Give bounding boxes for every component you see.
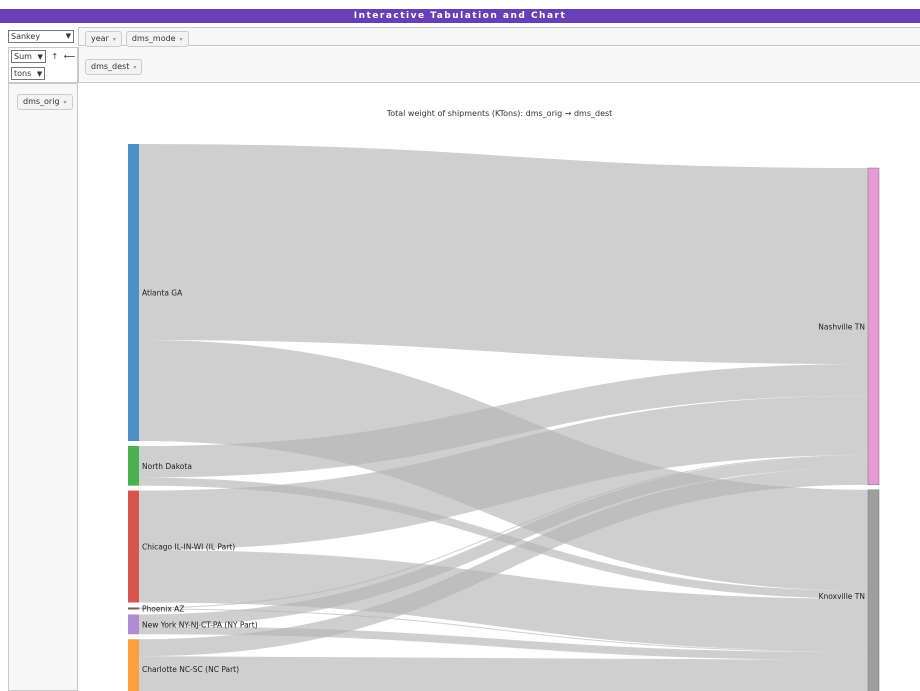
chevron-down-icon: ▼ (37, 53, 43, 61)
field-pill-dms-mode[interactable]: dms_mode ▾ (125, 31, 189, 47)
sankey-target-label: Knoxville TN (819, 592, 865, 601)
renderer-value: Sankey (11, 32, 41, 41)
dropdown-arrow-icon[interactable]: ▾ (180, 36, 183, 43)
sankey-chart: Atlanta GA North Dakota Chicago IL-IN-WI (… (128, 144, 880, 691)
sankey-source-label: New York NY-NJ-CT-PA (NY Part) (142, 620, 258, 629)
row-sort-toggle[interactable]: ↑ (51, 52, 58, 61)
sankey-source-label: Phoenix AZ (142, 604, 184, 613)
sankey-source-label: Charlotte NC-SC (NC Part) (142, 665, 239, 674)
sankey-source-node[interactable] (128, 639, 139, 691)
field-pill-year[interactable]: year ▾ (85, 31, 122, 47)
field-pill-dms-dest[interactable]: dms_dest ▾ (85, 59, 143, 75)
sankey-source-node[interactable] (128, 607, 139, 610)
row-fields-bar[interactable]: dms_dest ▾ (78, 47, 920, 83)
field-pill-label: dms_dest (91, 62, 130, 71)
left-row-fields-panel[interactable]: dms_orig ▾ (8, 83, 78, 691)
app-title: Interactive Tabulation and Chart (353, 11, 567, 21)
sankey-source-node[interactable] (128, 144, 139, 441)
sankey-source-node[interactable] (128, 490, 139, 603)
sankey-source-label: North Dakota (142, 462, 192, 471)
renderer-select[interactable]: Sankey ▼ (8, 30, 74, 43)
field-pill-dms-orig[interactable]: dms_orig ▾ (17, 94, 73, 110)
value-field-select[interactable]: tons ▼ (11, 67, 46, 80)
aggregator-select[interactable]: Sum ▼ (11, 50, 46, 63)
sankey-target-node[interactable] (867, 167, 880, 486)
value-field-value: tons (14, 69, 32, 78)
sankey-target-label: Nashville TN (818, 322, 865, 331)
chart-area: Total weight of shipments (KTons): dms_o… (79, 84, 920, 691)
field-pill-label: dms_mode (131, 34, 176, 43)
sankey-source-label: Chicago IL-IN-WI (IL Part) (142, 543, 235, 552)
field-pill-label: year (91, 34, 109, 43)
dropdown-arrow-icon[interactable]: ▾ (64, 99, 67, 106)
sankey-source-node[interactable] (128, 614, 139, 635)
sankey-link[interactable] (138, 144, 869, 365)
sankey-source-node[interactable] (128, 446, 139, 486)
dropdown-arrow-icon[interactable]: ▾ (133, 64, 136, 71)
aggregator-value: Sum (14, 52, 32, 61)
col-sort-toggle[interactable]: ⟵ (64, 52, 75, 61)
chevron-down-icon: ▼ (65, 32, 71, 40)
sankey-link[interactable] (138, 656, 869, 691)
field-pill-label: dms_orig (23, 97, 60, 106)
sankey-target-node[interactable] (867, 489, 880, 691)
dropdown-arrow-icon[interactable]: ▾ (113, 36, 116, 43)
chevron-down-icon: ▼ (36, 70, 43, 78)
column-fields-bar[interactable]: year ▾ dms_mode ▾ (78, 27, 920, 47)
app-title-bar: Interactive Tabulation and Chart (0, 0, 920, 23)
aggregator-panel: Sum ▼ ↑ ⟵ tons ▼ (8, 47, 78, 83)
sankey-source-label: Atlanta GA (142, 289, 183, 298)
